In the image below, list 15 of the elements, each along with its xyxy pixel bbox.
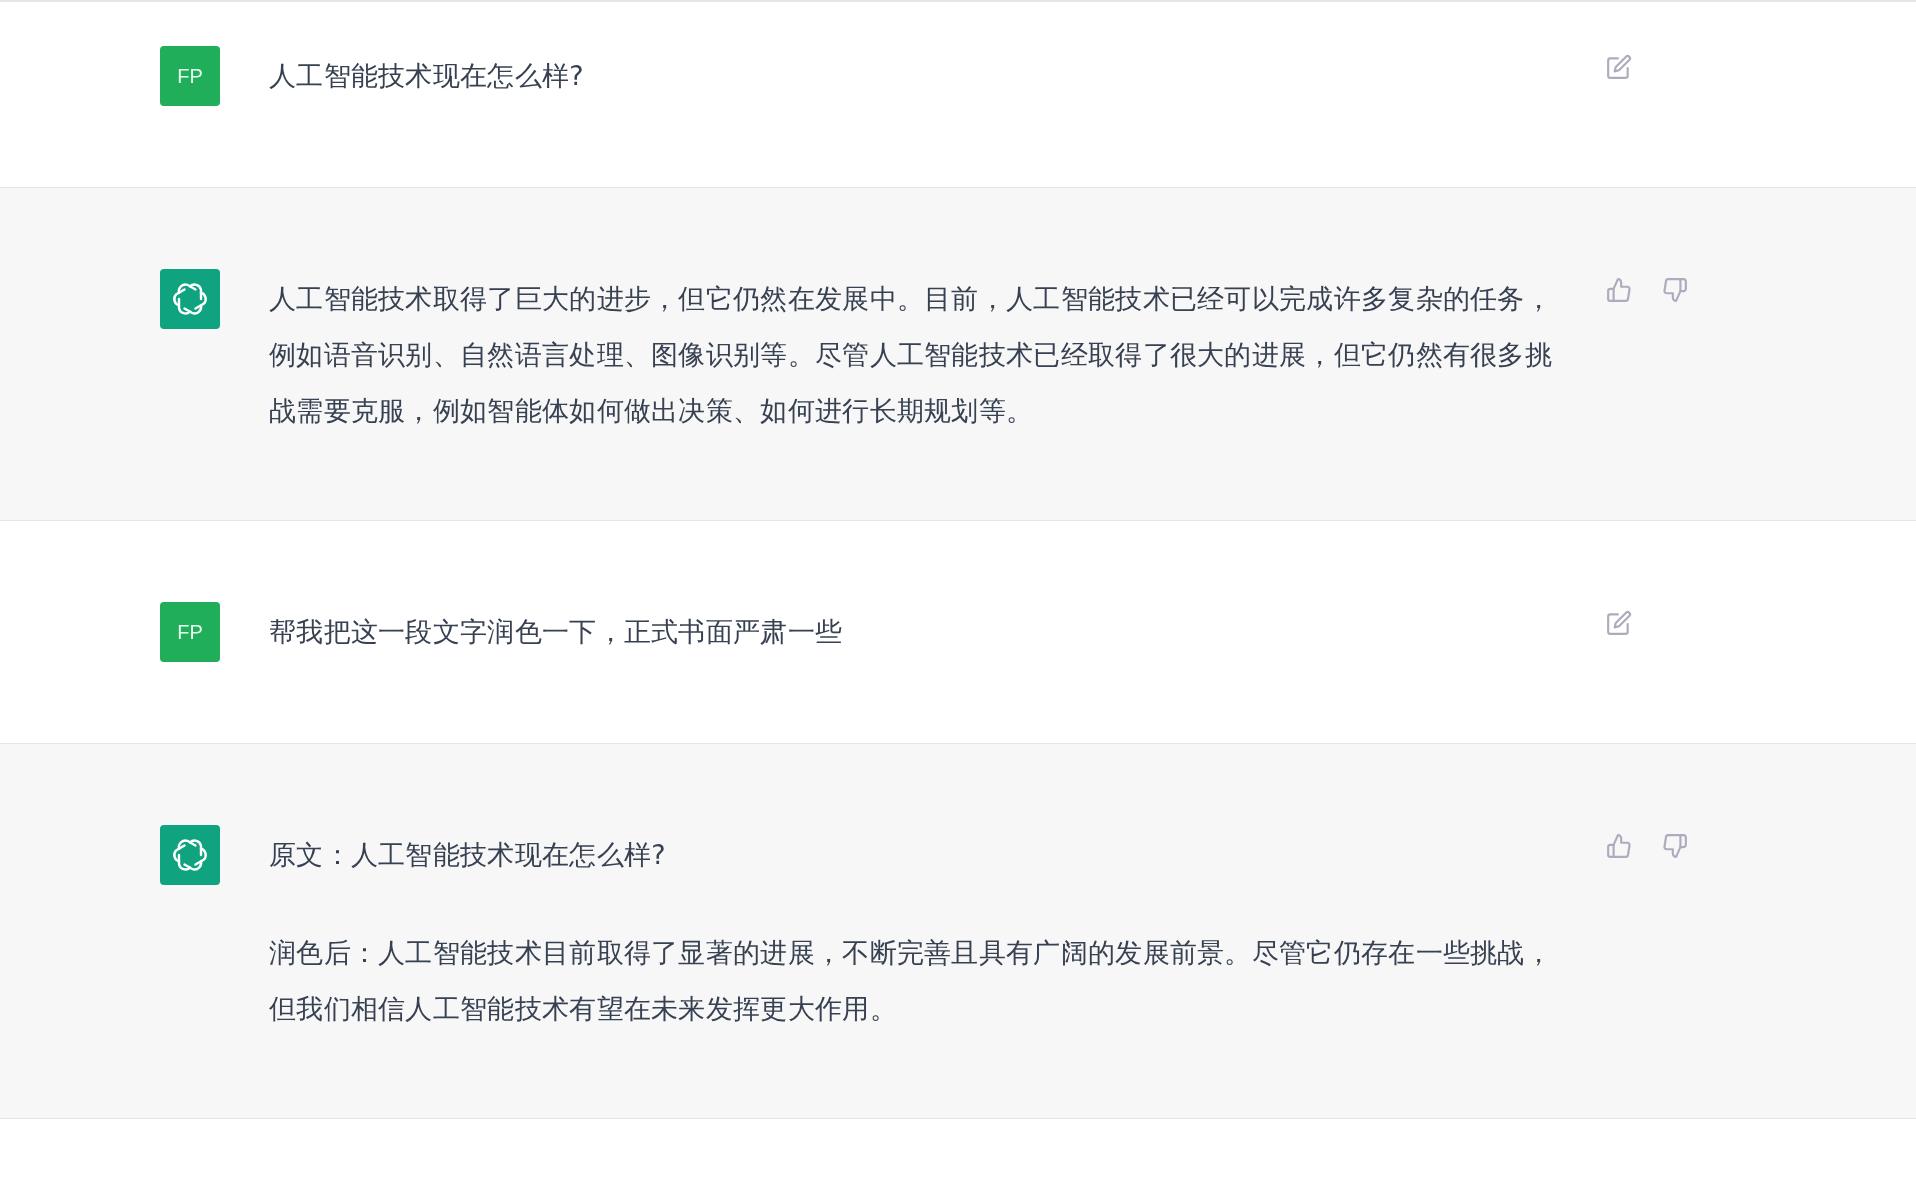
- knot-logo-icon: [160, 825, 220, 885]
- edit-icon[interactable]: [1606, 54, 1632, 80]
- user-avatar: FP: [160, 602, 220, 662]
- thumbs-down-icon[interactable]: [1662, 833, 1688, 859]
- knot-logo-icon: [160, 269, 220, 329]
- thumbs-up-icon[interactable]: [1606, 277, 1632, 303]
- message-text: 润色后：人工智能技术目前取得了显著的进展，不断完善且具有广阔的发展前景。尽管它仍存在一些挑战，但我们相信人工智能技术有望在未来发挥更大作用。: [269, 936, 1554, 1026]
- message-text: 人工智能技术取得了巨大的进步，但它仍然在发展中。目前，人工智能技术已经可以完成许多复杂的任务，例如语音识别、自然语言处理、图像识别等。尽管人工智能技术已经取得了很大的进展，但它仍然有很多挑战需要克服，例如智能体如何做出决策、如何进行长期规划等。: [269, 282, 1554, 428]
- edit-icon[interactable]: [1606, 610, 1632, 636]
- thumbs-up-icon[interactable]: [1606, 833, 1632, 859]
- user-avatar: FP: [160, 46, 220, 106]
- message-text: 人工智能技术现在怎么样?: [269, 59, 585, 93]
- message-text: 帮我把这一段文字润色一下，正式书面严肃一些: [269, 615, 844, 649]
- message-text: 原文：人工智能技术现在怎么样?: [269, 838, 667, 872]
- thumbs-down-icon[interactable]: [1662, 277, 1688, 303]
